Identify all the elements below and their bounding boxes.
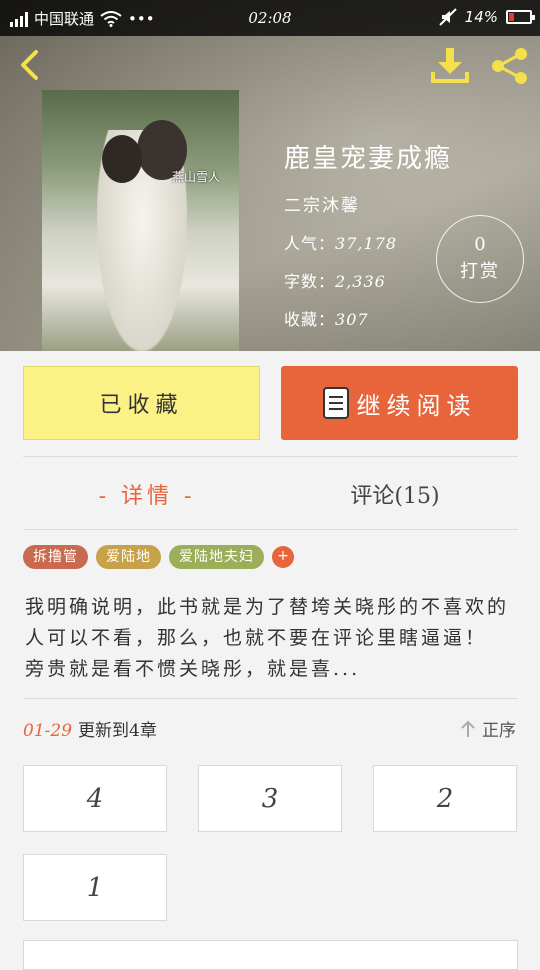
continue-reading-button[interactable]: 继续阅读 [281,366,518,440]
tab-comments[interactable]: 评论(15) [271,478,519,510]
tag-item[interactable]: 爱陆地 [96,545,161,569]
sort-button[interactable]: 正序 [460,716,516,741]
battery-icon [506,10,535,24]
book-info: 鹿皇宠妻成瘾 二宗沐馨 人气：37,178 字数：2,336 收藏：307 [284,138,452,330]
popularity-value: 37,178 [335,234,397,253]
collected-button[interactable]: 已收藏 [23,366,260,440]
cover-logo: 燕山雪人 [172,170,221,184]
arrow-up-icon [461,720,475,737]
chapter-button[interactable]: 4 [23,765,167,832]
chapter-button[interactable]: 1 [23,854,167,921]
tip-button[interactable]: 0 打赏 [436,215,524,303]
chevron-left-icon[interactable] [16,48,44,82]
tab-detail[interactable]: - 详情 - [23,478,271,510]
update-info: 01-29 更新到4章 [23,716,157,741]
chapter-button[interactable]: 3 [198,765,342,832]
chapter-button[interactable]: 2 [373,765,517,832]
download-icon[interactable] [430,46,470,84]
favorites-label: 收藏： [284,310,336,329]
tag-item[interactable]: 拆撸管 [23,545,88,569]
tag-item[interactable]: 爱陆地夫妇 [169,545,264,569]
book-cover[interactable]: 燕山雪人 [42,90,239,351]
book-icon [322,387,349,419]
share-icon[interactable] [490,46,530,86]
divider [23,456,518,457]
divider [23,698,518,699]
favorites-value: 307 [335,310,369,329]
mute-icon [438,8,457,26]
book-author[interactable]: 二宗沐馨 [284,191,452,216]
word-count-label: 字数： [284,272,336,291]
divider [23,529,518,530]
update-text: 更新到4章 [78,721,157,741]
book-title: 鹿皇宠妻成瘾 [284,144,453,174]
continue-reading-label: 继续阅读 [356,391,477,420]
bottom-card [23,940,518,970]
cover-figure-head [102,135,142,183]
popularity-label: 人气： [284,234,336,253]
tip-count: 0 [474,234,486,255]
update-date: 01-29 [23,721,73,741]
tag-list: 拆撸管 爱陆地 爱陆地夫妇 + [23,545,294,569]
status-bar: 中国联通 ••• 02:08 14% [0,0,540,36]
add-tag-button[interactable]: + [272,546,294,568]
sort-label: 正序 [482,721,516,741]
word-count-stat: 字数：2,336 [284,268,452,292]
book-description[interactable]: 我明确说明，此书就是为了替垮关晓彤的不喜欢的人可以不看，那么，也就不要在评论里瞎… [25,592,515,685]
favorites-stat: 收藏：307 [284,306,452,330]
tip-label: 打赏 [460,261,500,282]
word-count-value: 2,336 [335,272,386,291]
popularity-stat: 人气：37,178 [284,230,452,254]
battery-percent: 14% [464,8,498,26]
